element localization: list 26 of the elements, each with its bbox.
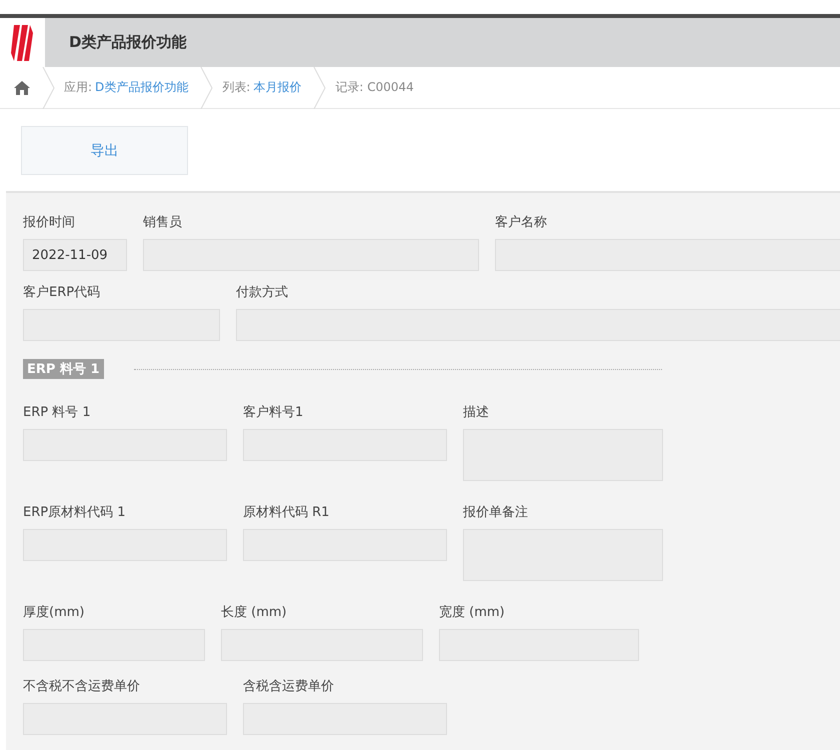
field-label: 销售员	[143, 214, 183, 232]
app-title: D类产品报价功能	[69, 33, 186, 52]
field-label: 长度 (mm)	[221, 604, 288, 622]
logo-icon	[10, 22, 34, 62]
field-label: 报价时间	[23, 214, 76, 232]
breadcrumb-label: 应用:	[64, 80, 92, 94]
export-button[interactable]: 导出	[21, 126, 188, 175]
field-label: 含税含运费单价	[243, 678, 335, 696]
field-label: 客户ERP代码	[23, 284, 102, 302]
section-title: ERP 料号 1	[23, 359, 104, 379]
field-label: 客户料号1	[243, 404, 304, 422]
field-label: 不含税不含运费单价	[23, 678, 141, 696]
breadcrumb-label: 列表:	[222, 80, 250, 94]
field-label: 付款方式	[236, 284, 289, 302]
breadcrumb-link[interactable]: 本月报价	[253, 80, 302, 94]
field-label: 厚度(mm)	[23, 604, 86, 622]
field-label: 报价单备注	[463, 504, 529, 522]
breadcrumb-label: 记录: C00044	[335, 80, 414, 94]
input-field[interactable]: 2022-11-09	[23, 239, 127, 271]
field-label: 原材料代码 R1	[243, 504, 330, 522]
breadcrumb-link[interactable]: D类产品报价功能	[95, 80, 188, 94]
field-label: 客户名称	[495, 214, 548, 232]
field-label: 描述	[463, 404, 490, 422]
field-label: ERP原材料代码 1	[23, 504, 126, 522]
field-label: 宽度 (mm)	[439, 604, 506, 622]
field-label: ERP 料号 1	[23, 404, 92, 422]
